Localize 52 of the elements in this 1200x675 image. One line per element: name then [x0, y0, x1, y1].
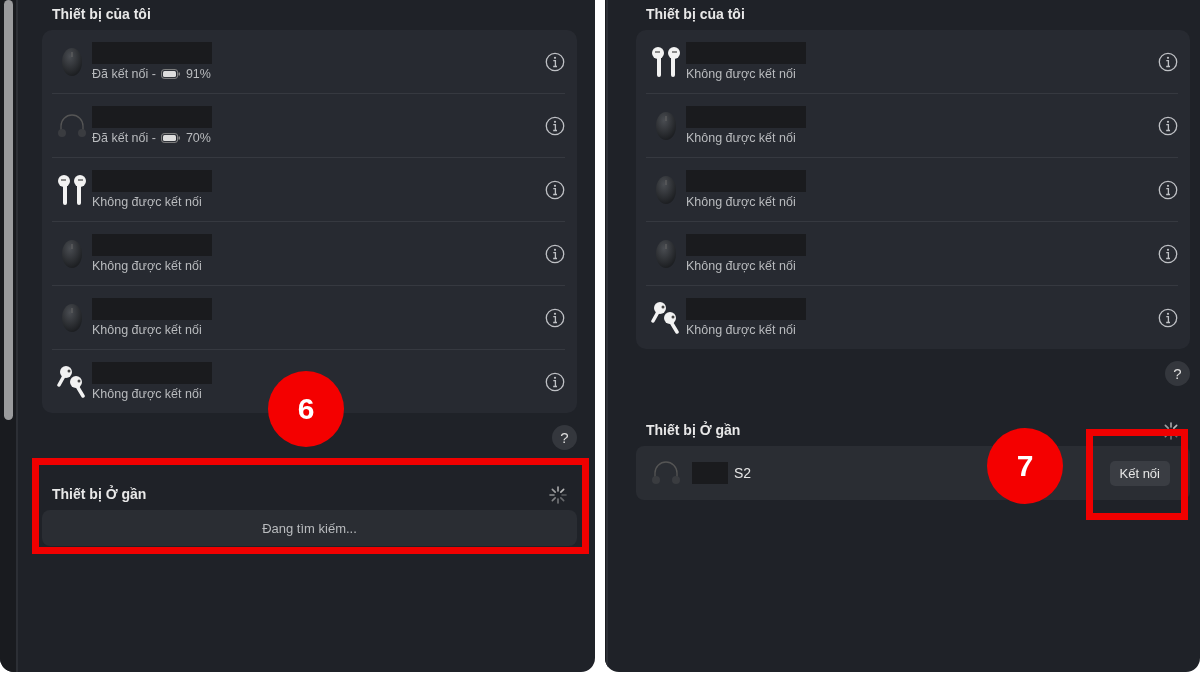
connection-status: Không được kết nối	[92, 195, 202, 209]
device-name: S2	[734, 465, 752, 481]
connection-status: Không được kết nối	[686, 323, 796, 337]
info-icon[interactable]	[1158, 179, 1178, 200]
mouse-icon	[61, 46, 83, 77]
info-icon[interactable]	[545, 51, 565, 72]
connection-status: Không được kết nối	[92, 387, 202, 401]
section-heading: Thiết bị của tôi	[51, 5, 152, 24]
connect-button[interactable]: Kết nối	[1109, 460, 1170, 486]
battery-percentage: 91%	[185, 67, 211, 81]
earbuds-icon	[57, 365, 87, 398]
info-icon[interactable]	[545, 179, 565, 200]
info-icon[interactable]	[545, 371, 565, 392]
battery-icon	[160, 133, 181, 143]
connection-status: Không được kết nối	[686, 67, 796, 81]
connection-status: Không được kết nối	[686, 259, 796, 273]
mouse-icon	[655, 238, 677, 269]
section-heading: Thiết bị Ở gần	[51, 484, 148, 504]
connection-status: Không được kết nối	[92, 323, 202, 337]
step-number-badge: 6	[268, 371, 344, 447]
mouse-icon	[655, 110, 677, 141]
info-icon[interactable]	[1158, 307, 1178, 328]
connection-status: Không được kết nối	[92, 259, 202, 273]
loading-spinner-icon	[549, 486, 567, 504]
info-icon[interactable]	[545, 307, 565, 328]
headphones-icon	[651, 461, 681, 485]
info-icon[interactable]	[1158, 243, 1178, 264]
connection-status: Không được kết nối	[686, 131, 796, 145]
scrollbar[interactable]	[3, 0, 13, 420]
help-button[interactable]: ?	[552, 425, 577, 450]
info-icon[interactable]	[545, 115, 565, 136]
battery-icon	[160, 69, 181, 79]
section-heading: Thiết bị Ở gần	[645, 420, 742, 440]
battery-percentage: 70%	[185, 131, 211, 145]
searching-text: Đang tìm kiếm...	[262, 520, 357, 536]
earbuds-icon	[57, 173, 87, 206]
connection-status: Đã kết nối -	[92, 131, 156, 145]
earbuds-icon	[651, 45, 681, 78]
info-icon[interactable]	[1158, 51, 1178, 72]
connection-status: Không được kết nối	[686, 195, 796, 209]
mouse-icon	[61, 302, 83, 333]
connection-status: Đã kết nối -	[92, 67, 156, 81]
mouse-icon	[61, 238, 83, 269]
section-heading: Thiết bị của tôi	[645, 5, 746, 24]
loading-spinner-icon	[1162, 422, 1180, 440]
help-button[interactable]: ?	[1165, 361, 1190, 386]
step-number-badge: 7	[987, 428, 1063, 504]
mouse-icon	[655, 174, 677, 205]
earbuds-icon	[651, 301, 681, 334]
headphones-icon	[57, 113, 87, 138]
info-icon[interactable]	[545, 243, 565, 264]
info-icon[interactable]	[1158, 115, 1178, 136]
